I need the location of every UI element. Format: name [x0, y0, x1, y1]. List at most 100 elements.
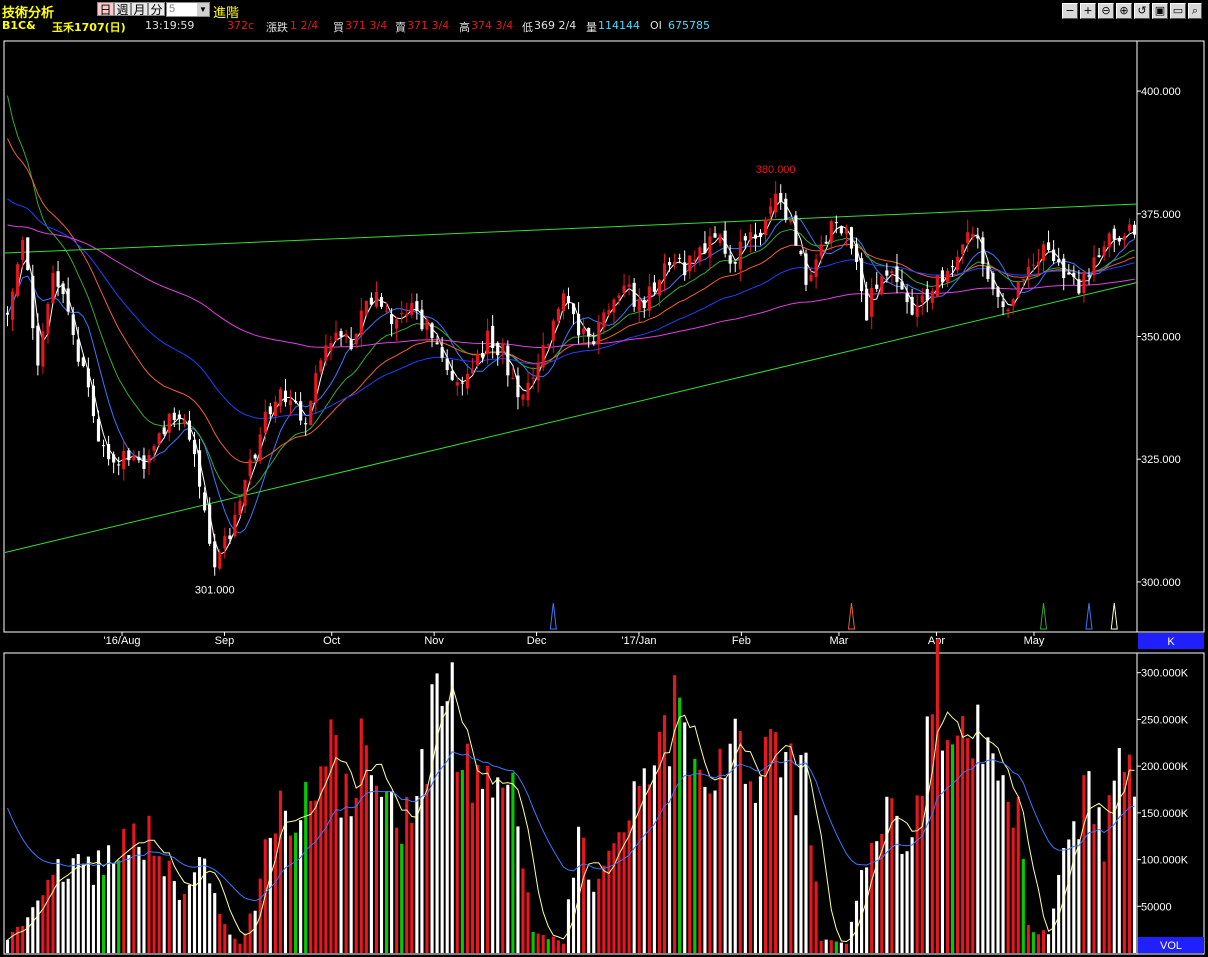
candle-body — [147, 455, 151, 463]
candle-body — [945, 270, 950, 283]
candle-body — [288, 400, 293, 406]
candle-body — [531, 377, 535, 379]
candle-body — [683, 262, 687, 276]
candle-body — [905, 292, 909, 302]
volume-tick-label: 50000 — [1141, 901, 1172, 913]
candle-body — [809, 274, 813, 281]
volume-bar — [925, 716, 929, 953]
candle-body — [1001, 301, 1005, 308]
candle-body — [849, 227, 854, 249]
candle-body — [854, 244, 859, 262]
volume-bar — [213, 893, 217, 953]
volume-bar — [774, 732, 778, 953]
volume-bar — [81, 863, 85, 953]
candle-body — [354, 333, 358, 345]
volume-bar — [197, 857, 202, 953]
candle-body — [708, 236, 712, 258]
volume-bar — [1046, 934, 1051, 953]
candle-body — [566, 296, 571, 304]
candle-body — [91, 385, 96, 417]
volume-bar — [799, 754, 803, 953]
candle-body — [1112, 228, 1116, 240]
ma-long3-line — [7, 224, 1135, 348]
candle-body — [379, 296, 384, 307]
candle-body — [713, 233, 717, 238]
candle-body — [450, 370, 454, 380]
price-tick-label: 375.000 — [1141, 209, 1181, 221]
candle-body — [814, 259, 818, 278]
volume-bar — [819, 941, 823, 953]
candle-body — [723, 230, 727, 254]
volume-bar — [238, 943, 242, 953]
candle-body — [819, 244, 823, 257]
candle-body — [71, 314, 75, 335]
volume-bar — [1036, 934, 1041, 953]
volume-bar — [91, 884, 96, 953]
candle-body — [349, 339, 353, 350]
candle-body — [384, 310, 389, 312]
candle-body — [309, 400, 313, 425]
candle-body — [688, 255, 692, 272]
candle-body — [910, 296, 914, 315]
candle-body — [738, 241, 742, 270]
volume-bar — [182, 893, 186, 953]
price-panel-frame — [3, 40, 1205, 633]
candle-body — [647, 286, 651, 311]
candle-body — [369, 297, 373, 305]
candle-body — [991, 272, 995, 290]
candle-body — [107, 444, 111, 460]
volume-bar — [587, 879, 591, 953]
candle-body — [703, 243, 707, 254]
candle-body — [268, 406, 272, 415]
candle-body — [1102, 246, 1106, 256]
volume-bar — [910, 837, 914, 953]
candle-body — [172, 412, 176, 420]
volume-bar — [395, 827, 399, 953]
candle-body — [1107, 233, 1111, 248]
candle-body — [390, 314, 394, 325]
candle-body — [122, 450, 126, 470]
volume-bar — [945, 740, 950, 953]
candle-body — [218, 552, 222, 569]
volume-bar — [566, 899, 571, 953]
volume-bar — [157, 856, 161, 953]
candle-body — [546, 344, 550, 346]
volume-bar — [415, 795, 419, 953]
candle-body — [637, 299, 641, 311]
candle-body — [632, 282, 636, 307]
volume-bar — [1021, 859, 1025, 953]
volume-bar — [1082, 775, 1086, 953]
candle-body — [132, 455, 136, 461]
volume-bar — [5, 939, 10, 953]
volume-bar — [152, 855, 156, 953]
volume-bar — [1117, 748, 1121, 953]
candle-body — [698, 247, 702, 262]
candle-body — [551, 320, 555, 341]
volume-bar — [334, 735, 338, 953]
volume-bar — [698, 769, 702, 953]
candle-body — [486, 330, 490, 354]
volume-bar — [652, 765, 656, 953]
volume-bar — [1016, 796, 1020, 953]
volume-bar — [1041, 930, 1046, 953]
candle-body — [41, 331, 45, 367]
candle-body — [223, 536, 227, 549]
volume-bar — [986, 737, 990, 953]
price-axis: 400.000 375.000 350.000 325.000 300.000 '16/A… — [104, 86, 1204, 649]
candle-body — [506, 345, 510, 376]
candle-body — [81, 357, 85, 367]
signal-marker — [1039, 602, 1048, 630]
volume-bar — [996, 780, 1000, 953]
volume-ma-long-line — [7, 751, 1135, 902]
candle-body — [395, 319, 399, 329]
candle-body — [1092, 257, 1096, 276]
candle-body — [875, 284, 879, 289]
candle-body — [334, 332, 338, 341]
candle-body — [491, 325, 495, 348]
volume-bar — [1052, 908, 1056, 953]
volume-bar — [1127, 754, 1131, 953]
candle-body — [693, 259, 697, 261]
volume-tick-label: 200.000K — [1141, 761, 1189, 773]
candle-body — [455, 382, 459, 386]
candle-body — [860, 258, 864, 292]
